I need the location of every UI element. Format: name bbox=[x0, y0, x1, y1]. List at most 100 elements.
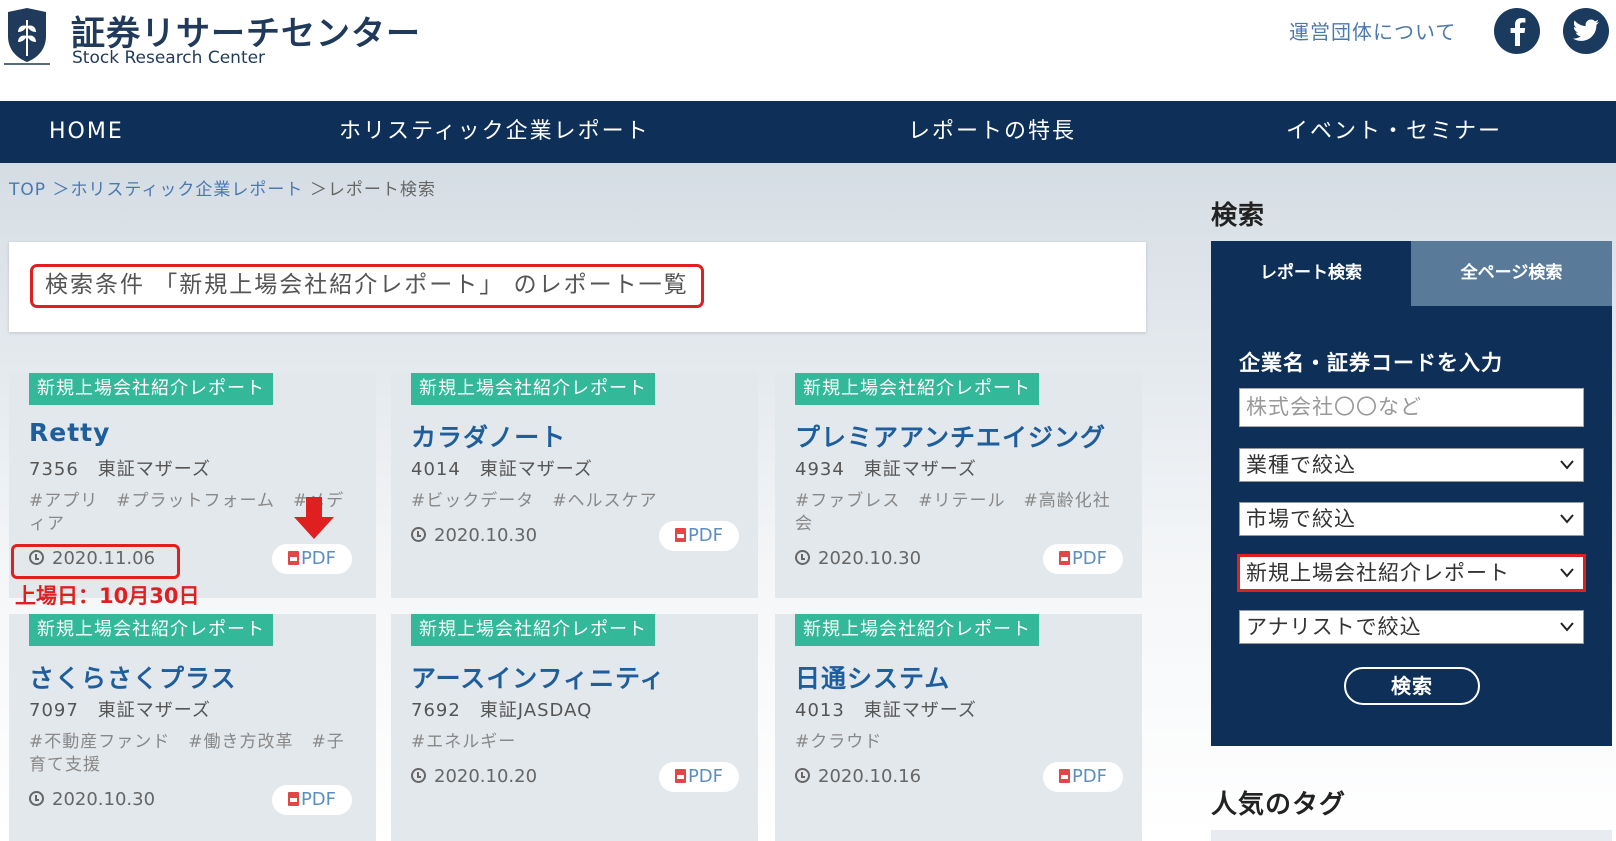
about-organization-link[interactable]: 運営団体について bbox=[1289, 16, 1456, 45]
pdf-icon bbox=[674, 528, 686, 542]
pdf-icon bbox=[1058, 551, 1070, 565]
keyword-tags[interactable]: #エネルギー bbox=[411, 731, 741, 754]
company-name-link[interactable]: アースインフィニティ bbox=[411, 659, 666, 695]
report-category-select-value: 新規上場会社紹介レポート bbox=[1246, 561, 1510, 585]
pdf-download-button[interactable]: PDF bbox=[1043, 762, 1123, 792]
report-date-text: 2020.10.30 bbox=[818, 548, 922, 569]
facebook-icon[interactable] bbox=[1494, 8, 1540, 54]
pdf-download-button[interactable]: PDF bbox=[272, 544, 352, 574]
report-card[interactable]: 新規上場会社紹介レポート プレミアアンチエイジング 4934 東証マザーズ #フ… bbox=[775, 373, 1142, 598]
clock-icon bbox=[795, 768, 810, 783]
pdf-label: PDF bbox=[300, 789, 337, 810]
red-arrow-down-icon bbox=[294, 497, 334, 539]
pdf-icon bbox=[1058, 769, 1070, 783]
keyword-tags[interactable]: #クラウド bbox=[795, 731, 1125, 754]
pdf-download-button[interactable]: PDF bbox=[1043, 544, 1123, 574]
pdf-download-button[interactable]: PDF bbox=[659, 521, 739, 551]
pdf-label: PDF bbox=[1071, 766, 1108, 787]
company-name-link[interactable]: 日通システム bbox=[795, 659, 950, 695]
clock-icon bbox=[29, 791, 44, 806]
company-code-market: 4014 東証マザーズ bbox=[411, 459, 593, 480]
breadcrumb-separator: ＞ bbox=[46, 180, 71, 200]
keyword-tags[interactable]: #ビックデータ #ヘルスケア bbox=[411, 490, 741, 513]
sidebar-search-title: 検索 bbox=[1211, 201, 1266, 231]
category-tag[interactable]: 新規上場会社紹介レポート bbox=[29, 614, 273, 646]
clock-icon bbox=[411, 527, 426, 542]
tab-report-search[interactable]: レポート検索 bbox=[1211, 241, 1411, 306]
category-tag[interactable]: 新規上場会社紹介レポート bbox=[411, 373, 655, 405]
category-tag[interactable]: 新規上場会社紹介レポート bbox=[411, 614, 655, 646]
nav-item-holistic-reports[interactable]: ホリスティック企業レポート bbox=[339, 101, 650, 163]
pdf-download-button[interactable]: PDF bbox=[659, 762, 739, 792]
clock-icon bbox=[795, 550, 810, 565]
search-button[interactable]: 検索 bbox=[1344, 667, 1480, 705]
clock-icon bbox=[411, 768, 426, 783]
report-card[interactable]: 新規上場会社紹介レポート カラダノート 4014 東証マザーズ #ビックデータ … bbox=[391, 373, 758, 598]
nav-item-home[interactable]: HOME bbox=[49, 101, 124, 163]
tab-all-page-search[interactable]: 全ページ検索 bbox=[1411, 241, 1612, 306]
chevron-down-icon bbox=[1560, 568, 1574, 578]
company-code-market: 4934 東証マザーズ bbox=[795, 459, 977, 480]
analyst-select-value: アナリストで絞込 bbox=[1246, 615, 1422, 639]
breadcrumb: TOP ＞ホリスティック企業レポート ＞レポート検索 bbox=[9, 175, 436, 200]
pdf-label: PDF bbox=[687, 766, 724, 787]
keyword-tags[interactable]: #ファブレス #リテール #高齢化社会 bbox=[795, 490, 1125, 536]
industry-select-value: 業種で絞込 bbox=[1246, 453, 1356, 477]
pdf-icon bbox=[287, 792, 299, 806]
report-card[interactable]: 新規上場会社紹介レポート 日通システム 4013 東証マザーズ #クラウド 20… bbox=[775, 614, 1142, 841]
pdf-label: PDF bbox=[687, 525, 724, 546]
nav-item-report-features[interactable]: レポートの特長 bbox=[908, 101, 1076, 163]
search-result-header: 検索条件 「新規上場会社紹介レポート」 のレポート一覧 bbox=[9, 242, 1146, 332]
company-name-link[interactable]: Retty bbox=[29, 418, 110, 447]
listing-date-annotation: 上場日：10月30日 bbox=[15, 584, 200, 608]
report-card[interactable]: 新規上場会社紹介レポート さくらさくプラス 7097 東証マザーズ #不動産ファ… bbox=[9, 614, 376, 841]
industry-select[interactable]: 業種で絞込 bbox=[1239, 448, 1584, 482]
main-nav: HOME ホリスティック企業レポート レポートの特長 イベント・セミナー bbox=[0, 101, 1616, 163]
report-category-select[interactable]: 新規上場会社紹介レポート bbox=[1237, 554, 1586, 592]
report-date-text: 2020.10.20 bbox=[434, 766, 538, 787]
shield-logo-icon[interactable] bbox=[4, 6, 50, 66]
report-date-text: 2020.10.16 bbox=[818, 766, 922, 787]
report-date: 2020.10.30 bbox=[411, 525, 537, 546]
analyst-select[interactable]: アナリストで絞込 bbox=[1239, 610, 1584, 644]
breadcrumb-separator: ＞ bbox=[303, 180, 328, 200]
report-date: 2020.10.30 bbox=[29, 789, 155, 810]
keyword-tags[interactable]: #不動産ファンド #働き方改革 #子育て支援 bbox=[29, 731, 359, 777]
report-date-text: 2020.10.30 bbox=[434, 525, 538, 546]
breadcrumb-holistic-link[interactable]: ホリスティック企業レポート bbox=[70, 180, 303, 200]
company-code-market: 4013 東証マザーズ bbox=[795, 700, 977, 721]
market-select[interactable]: 市場で絞込 bbox=[1239, 502, 1584, 536]
category-tag[interactable]: 新規上場会社紹介レポート bbox=[795, 614, 1039, 646]
breadcrumb-current: レポート検索 bbox=[327, 180, 436, 200]
twitter-icon[interactable] bbox=[1563, 8, 1609, 54]
report-date: 2020.10.16 bbox=[795, 766, 921, 787]
company-name-link[interactable]: プレミアアンチエイジング bbox=[795, 418, 1106, 454]
company-name-link[interactable]: さくらさくプラス bbox=[29, 659, 237, 695]
report-date: 2020.10.30 bbox=[795, 548, 921, 569]
search-condition-title: 検索条件 「新規上場会社紹介レポート」 のレポート一覧 bbox=[30, 264, 704, 308]
category-tag[interactable]: 新規上場会社紹介レポート bbox=[795, 373, 1039, 405]
nav-item-events-seminars[interactable]: イベント・セミナー bbox=[1286, 101, 1502, 163]
date-highlight-box bbox=[11, 544, 180, 579]
pdf-label: PDF bbox=[300, 548, 337, 569]
pdf-label: PDF bbox=[1071, 548, 1108, 569]
breadcrumb-top-link[interactable]: TOP bbox=[9, 180, 46, 200]
company-code-market: 7097 東証マザーズ bbox=[29, 700, 211, 721]
pdf-icon bbox=[287, 551, 299, 565]
company-code-market: 7356 東証マザーズ bbox=[29, 459, 211, 480]
popular-tags-panel bbox=[1211, 830, 1612, 841]
site-header: 証券リサーチセンター Stock Research Center 運営団体につい… bbox=[0, 0, 1616, 101]
search-panel: レポート検索 全ページ検索 企業名・証券コードを入力 株式会社〇〇など 業種で絞… bbox=[1211, 241, 1612, 746]
report-card[interactable]: 新規上場会社紹介レポート アースインフィニティ 7692 東証JASDAQ #エ… bbox=[391, 614, 758, 841]
chevron-down-icon bbox=[1560, 622, 1574, 632]
popular-tags-title: 人気のタグ bbox=[1211, 790, 1347, 820]
pdf-download-button[interactable]: PDF bbox=[272, 785, 352, 815]
category-tag[interactable]: 新規上場会社紹介レポート bbox=[29, 373, 273, 405]
chevron-down-icon bbox=[1560, 460, 1574, 470]
chevron-down-icon bbox=[1560, 514, 1574, 524]
company-search-input[interactable]: 株式会社〇〇など bbox=[1239, 388, 1584, 427]
company-code-market: 7692 東証JASDAQ bbox=[411, 700, 593, 721]
company-name-link[interactable]: カラダノート bbox=[411, 418, 566, 454]
market-select-value: 市場で絞込 bbox=[1246, 507, 1356, 531]
report-date-text: 2020.10.30 bbox=[52, 789, 156, 810]
